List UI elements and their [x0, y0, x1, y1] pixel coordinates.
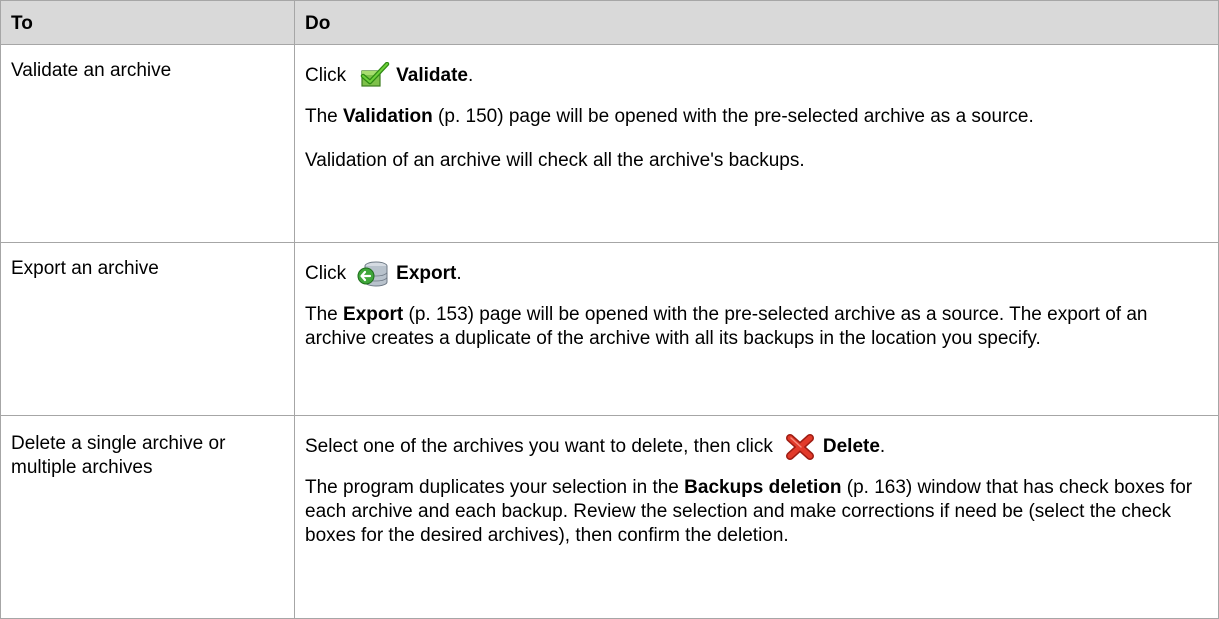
desc-lead: The — [305, 304, 344, 325]
desc-lead: The program duplicates your selection in… — [305, 477, 685, 498]
export-database-icon[interactable] — [356, 260, 390, 288]
description: Validation of an archive will check all … — [305, 150, 805, 171]
action-cell: Click Validate. The Validation (p. 150) … — [294, 44, 1219, 243]
task-cell: Validate an archive — [0, 44, 295, 243]
description: The program duplicates your selection in… — [305, 476, 1208, 548]
export-label: Export — [396, 263, 457, 284]
action-cell: Click Export. The Export (p. 153) page w… — [294, 242, 1219, 416]
validate-checkmark-icon[interactable] — [356, 61, 390, 90]
description: The Export (p. 153) page will be opened … — [305, 303, 1208, 351]
action-suffix: . — [456, 263, 462, 284]
desc-link-export: Export — [343, 304, 404, 325]
action-suffix: . — [879, 436, 886, 457]
validate-label: Validate — [396, 65, 468, 86]
delete-x-icon[interactable] — [783, 433, 817, 461]
desc-link-backups-deletion: Backups deletion — [684, 477, 842, 498]
column-header-to: To — [0, 0, 295, 45]
description: The Validation (p. 150) page will be ope… — [305, 105, 1208, 129]
action-prefix: Select one of the archives you want to d… — [305, 436, 773, 457]
desc-lead: The — [305, 106, 344, 127]
desc-rest: (p. 150) page will be opened with the pr… — [432, 106, 1034, 127]
task-label: Validate an archive — [11, 60, 172, 81]
action-cell: Select one of the archives you want to d… — [294, 415, 1219, 619]
task-cell: Export an archive — [0, 242, 295, 416]
desc-link-validation: Validation — [343, 106, 433, 127]
desc-rest: (p. 153) page will be opened with the pr… — [305, 304, 1148, 349]
action-line: Select one of the archives you want to d… — [305, 432, 1208, 462]
action-prefix: Click — [305, 263, 347, 284]
column-header-do: Do — [294, 0, 1219, 45]
action-prefix: Click — [305, 65, 347, 86]
table-header-row: To Do — [0, 0, 1219, 45]
task-label: Export an archive — [11, 258, 159, 279]
table-row: Delete a single archive or multiple arch… — [0, 415, 1219, 619]
table-row: Validate an archive Click Validate. The … — [0, 44, 1219, 243]
task-cell: Delete a single archive or multiple arch… — [0, 415, 295, 619]
action-line: Click Validate. — [305, 61, 1208, 91]
action-suffix: . — [468, 65, 474, 86]
task-label: Delete a single archive or multiple arch… — [11, 433, 226, 478]
action-line: Click Export. — [305, 259, 1208, 289]
table-row: Export an archive Click Export . The Exp… — [0, 242, 1219, 416]
delete-label: Delete — [822, 436, 880, 457]
archive-actions-table: To Do Validate an archive Click Validate… — [0, 0, 1219, 619]
